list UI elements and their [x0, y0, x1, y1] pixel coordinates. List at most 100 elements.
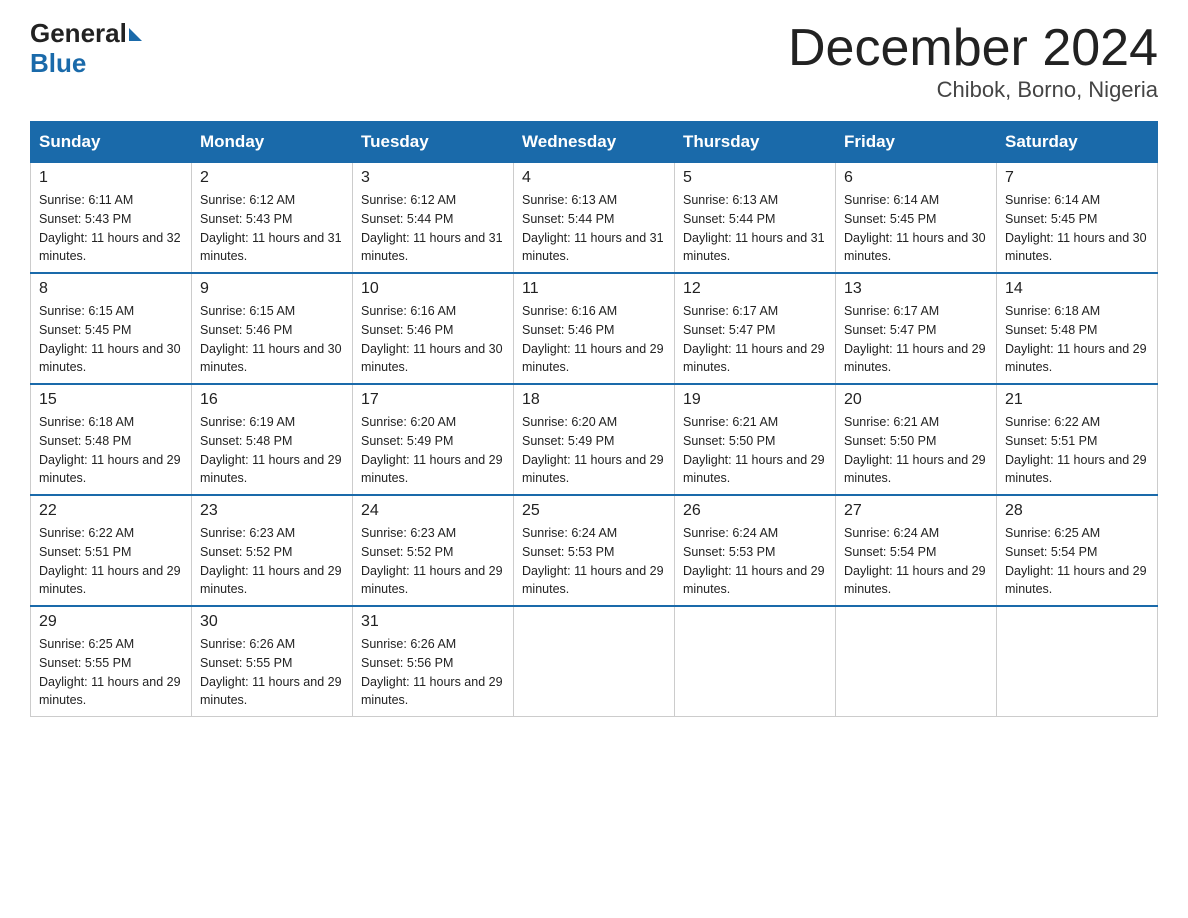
calendar-day-cell: 14 Sunrise: 6:18 AMSunset: 5:48 PMDaylig…	[997, 273, 1158, 384]
day-number: 15	[39, 391, 183, 409]
day-number: 19	[683, 391, 827, 409]
calendar-day-cell: 4 Sunrise: 6:13 AMSunset: 5:44 PMDayligh…	[514, 163, 675, 274]
day-number: 24	[361, 502, 505, 520]
day-info: Sunrise: 6:26 AMSunset: 5:56 PMDaylight:…	[361, 635, 505, 710]
calendar-day-cell: 1 Sunrise: 6:11 AMSunset: 5:43 PMDayligh…	[31, 163, 192, 274]
calendar-day-cell: 30 Sunrise: 6:26 AMSunset: 5:55 PMDaylig…	[192, 606, 353, 717]
day-info: Sunrise: 6:22 AMSunset: 5:51 PMDaylight:…	[1005, 413, 1149, 488]
calendar-header-row: SundayMondayTuesdayWednesdayThursdayFrid…	[31, 122, 1158, 163]
day-info: Sunrise: 6:12 AMSunset: 5:44 PMDaylight:…	[361, 191, 505, 266]
day-info: Sunrise: 6:17 AMSunset: 5:47 PMDaylight:…	[683, 302, 827, 377]
calendar-day-cell	[514, 606, 675, 717]
calendar-day-cell	[836, 606, 997, 717]
day-number: 26	[683, 502, 827, 520]
day-info: Sunrise: 6:19 AMSunset: 5:48 PMDaylight:…	[200, 413, 344, 488]
day-of-week-header: Thursday	[675, 122, 836, 163]
day-info: Sunrise: 6:21 AMSunset: 5:50 PMDaylight:…	[683, 413, 827, 488]
calendar-day-cell: 10 Sunrise: 6:16 AMSunset: 5:46 PMDaylig…	[353, 273, 514, 384]
day-number: 3	[361, 169, 505, 187]
day-number: 22	[39, 502, 183, 520]
calendar-day-cell	[997, 606, 1158, 717]
calendar-day-cell: 24 Sunrise: 6:23 AMSunset: 5:52 PMDaylig…	[353, 495, 514, 606]
day-info: Sunrise: 6:23 AMSunset: 5:52 PMDaylight:…	[361, 524, 505, 599]
day-number: 14	[1005, 280, 1149, 298]
calendar-day-cell: 28 Sunrise: 6:25 AMSunset: 5:54 PMDaylig…	[997, 495, 1158, 606]
day-number: 1	[39, 169, 183, 187]
day-info: Sunrise: 6:11 AMSunset: 5:43 PMDaylight:…	[39, 191, 183, 266]
day-info: Sunrise: 6:13 AMSunset: 5:44 PMDaylight:…	[683, 191, 827, 266]
day-number: 11	[522, 280, 666, 298]
day-info: Sunrise: 6:20 AMSunset: 5:49 PMDaylight:…	[361, 413, 505, 488]
day-number: 30	[200, 613, 344, 631]
day-info: Sunrise: 6:25 AMSunset: 5:54 PMDaylight:…	[1005, 524, 1149, 599]
calendar-day-cell: 7 Sunrise: 6:14 AMSunset: 5:45 PMDayligh…	[997, 163, 1158, 274]
calendar-day-cell: 23 Sunrise: 6:23 AMSunset: 5:52 PMDaylig…	[192, 495, 353, 606]
day-number: 16	[200, 391, 344, 409]
calendar-day-cell: 19 Sunrise: 6:21 AMSunset: 5:50 PMDaylig…	[675, 384, 836, 495]
calendar-day-cell: 25 Sunrise: 6:24 AMSunset: 5:53 PMDaylig…	[514, 495, 675, 606]
day-info: Sunrise: 6:15 AMSunset: 5:45 PMDaylight:…	[39, 302, 183, 377]
day-of-week-header: Monday	[192, 122, 353, 163]
day-info: Sunrise: 6:26 AMSunset: 5:55 PMDaylight:…	[200, 635, 344, 710]
day-number: 17	[361, 391, 505, 409]
calendar-day-cell: 26 Sunrise: 6:24 AMSunset: 5:53 PMDaylig…	[675, 495, 836, 606]
day-of-week-header: Sunday	[31, 122, 192, 163]
day-info: Sunrise: 6:18 AMSunset: 5:48 PMDaylight:…	[1005, 302, 1149, 377]
day-info: Sunrise: 6:24 AMSunset: 5:53 PMDaylight:…	[683, 524, 827, 599]
day-number: 23	[200, 502, 344, 520]
day-number: 4	[522, 169, 666, 187]
day-number: 8	[39, 280, 183, 298]
day-info: Sunrise: 6:17 AMSunset: 5:47 PMDaylight:…	[844, 302, 988, 377]
calendar-day-cell: 15 Sunrise: 6:18 AMSunset: 5:48 PMDaylig…	[31, 384, 192, 495]
calendar-day-cell: 18 Sunrise: 6:20 AMSunset: 5:49 PMDaylig…	[514, 384, 675, 495]
calendar-day-cell: 17 Sunrise: 6:20 AMSunset: 5:49 PMDaylig…	[353, 384, 514, 495]
day-number: 29	[39, 613, 183, 631]
title-block: December 2024 Chibok, Borno, Nigeria	[788, 20, 1158, 103]
day-info: Sunrise: 6:12 AMSunset: 5:43 PMDaylight:…	[200, 191, 344, 266]
day-info: Sunrise: 6:15 AMSunset: 5:46 PMDaylight:…	[200, 302, 344, 377]
day-info: Sunrise: 6:18 AMSunset: 5:48 PMDaylight:…	[39, 413, 183, 488]
day-number: 25	[522, 502, 666, 520]
day-of-week-header: Wednesday	[514, 122, 675, 163]
calendar-week-row: 29 Sunrise: 6:25 AMSunset: 5:55 PMDaylig…	[31, 606, 1158, 717]
day-info: Sunrise: 6:21 AMSunset: 5:50 PMDaylight:…	[844, 413, 988, 488]
calendar-body: 1 Sunrise: 6:11 AMSunset: 5:43 PMDayligh…	[31, 163, 1158, 717]
calendar-day-cell: 21 Sunrise: 6:22 AMSunset: 5:51 PMDaylig…	[997, 384, 1158, 495]
day-number: 9	[200, 280, 344, 298]
day-number: 2	[200, 169, 344, 187]
day-number: 28	[1005, 502, 1149, 520]
day-info: Sunrise: 6:23 AMSunset: 5:52 PMDaylight:…	[200, 524, 344, 599]
day-number: 10	[361, 280, 505, 298]
day-info: Sunrise: 6:24 AMSunset: 5:54 PMDaylight:…	[844, 524, 988, 599]
day-info: Sunrise: 6:20 AMSunset: 5:49 PMDaylight:…	[522, 413, 666, 488]
day-of-week-header: Saturday	[997, 122, 1158, 163]
logo: General Blue	[30, 20, 142, 79]
calendar-day-cell	[675, 606, 836, 717]
day-of-week-header: Friday	[836, 122, 997, 163]
page-header: General Blue December 2024 Chibok, Borno…	[30, 20, 1158, 103]
location-title: Chibok, Borno, Nigeria	[788, 77, 1158, 103]
calendar-day-cell: 13 Sunrise: 6:17 AMSunset: 5:47 PMDaylig…	[836, 273, 997, 384]
day-info: Sunrise: 6:13 AMSunset: 5:44 PMDaylight:…	[522, 191, 666, 266]
day-number: 13	[844, 280, 988, 298]
day-info: Sunrise: 6:24 AMSunset: 5:53 PMDaylight:…	[522, 524, 666, 599]
calendar-day-cell: 3 Sunrise: 6:12 AMSunset: 5:44 PMDayligh…	[353, 163, 514, 274]
calendar-day-cell: 16 Sunrise: 6:19 AMSunset: 5:48 PMDaylig…	[192, 384, 353, 495]
day-number: 5	[683, 169, 827, 187]
day-number: 7	[1005, 169, 1149, 187]
calendar-day-cell: 8 Sunrise: 6:15 AMSunset: 5:45 PMDayligh…	[31, 273, 192, 384]
day-info: Sunrise: 6:16 AMSunset: 5:46 PMDaylight:…	[522, 302, 666, 377]
calendar-day-cell: 31 Sunrise: 6:26 AMSunset: 5:56 PMDaylig…	[353, 606, 514, 717]
logo-arrow-icon	[129, 28, 142, 41]
logo-blue-text: Blue	[30, 48, 86, 79]
calendar-week-row: 8 Sunrise: 6:15 AMSunset: 5:45 PMDayligh…	[31, 273, 1158, 384]
calendar-day-cell: 6 Sunrise: 6:14 AMSunset: 5:45 PMDayligh…	[836, 163, 997, 274]
day-number: 6	[844, 169, 988, 187]
calendar-week-row: 15 Sunrise: 6:18 AMSunset: 5:48 PMDaylig…	[31, 384, 1158, 495]
day-info: Sunrise: 6:16 AMSunset: 5:46 PMDaylight:…	[361, 302, 505, 377]
day-number: 20	[844, 391, 988, 409]
day-info: Sunrise: 6:14 AMSunset: 5:45 PMDaylight:…	[1005, 191, 1149, 266]
calendar-week-row: 1 Sunrise: 6:11 AMSunset: 5:43 PMDayligh…	[31, 163, 1158, 274]
calendar-day-cell: 2 Sunrise: 6:12 AMSunset: 5:43 PMDayligh…	[192, 163, 353, 274]
day-of-week-header: Tuesday	[353, 122, 514, 163]
